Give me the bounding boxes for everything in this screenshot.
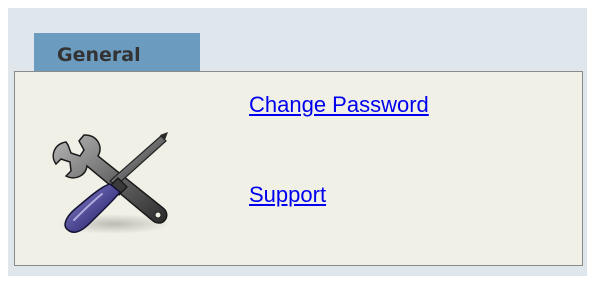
support-link[interactable]: Support [249, 183, 326, 207]
tools-icon [52, 132, 170, 234]
general-tab[interactable]: General [34, 33, 200, 71]
general-tab-label: General [57, 44, 141, 66]
change-password-link[interactable]: Change Password [249, 93, 429, 117]
